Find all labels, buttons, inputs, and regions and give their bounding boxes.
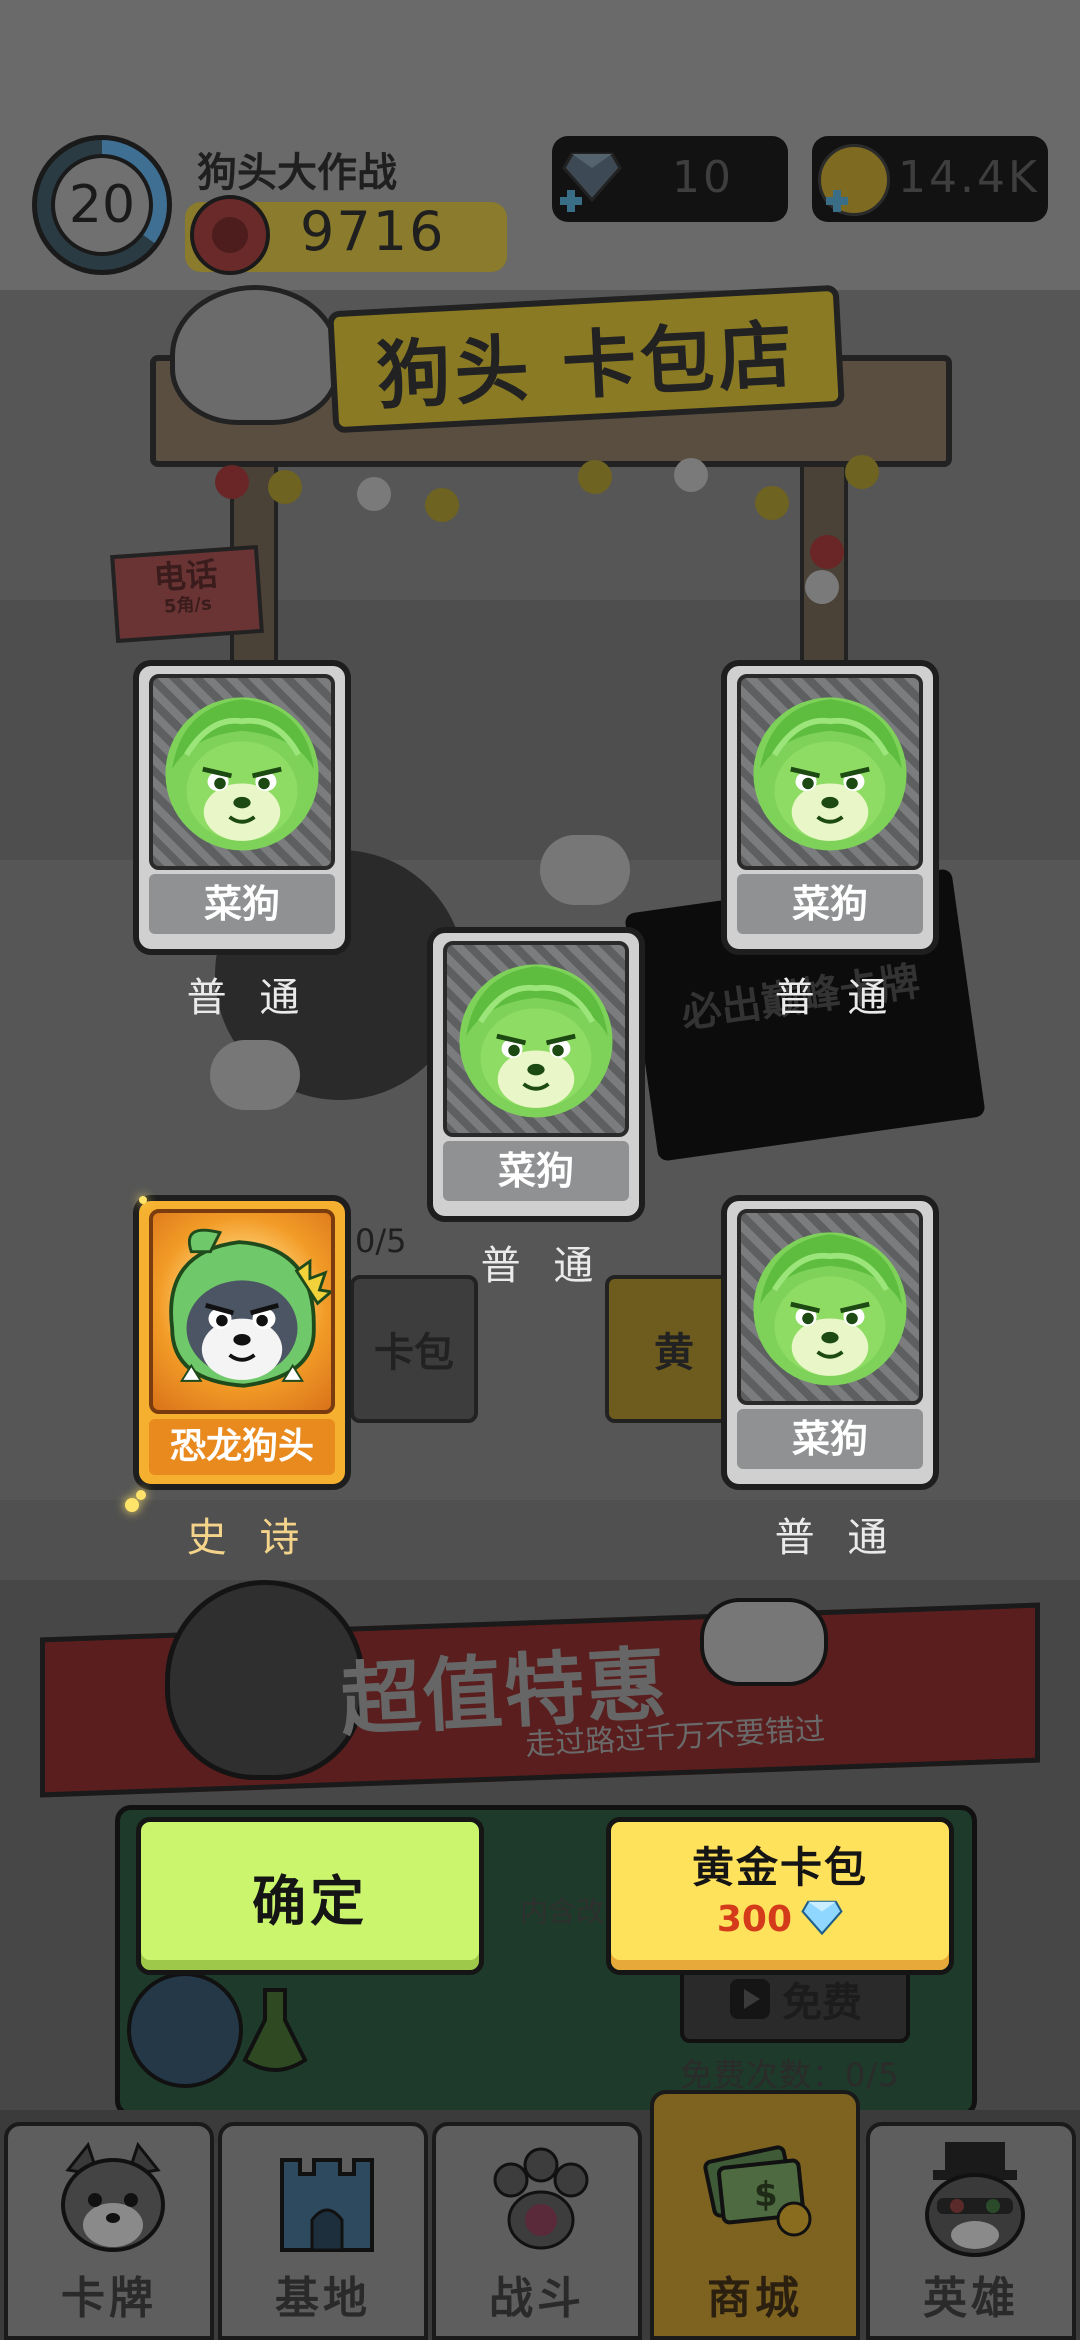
- nav-label: 英雄: [923, 2273, 1019, 2324]
- cabbage-dog-icon: [741, 678, 919, 866]
- card-name: 菜狗: [737, 874, 923, 934]
- money-icon: $: [703, 2145, 812, 2237]
- card-art: [737, 1209, 923, 1405]
- nav-tab-shop[interactable]: $ 商城: [650, 2090, 860, 2340]
- svg-text:$: $: [754, 2175, 778, 2215]
- level-badge[interactable]: 20: [32, 135, 172, 275]
- string-light: [425, 488, 459, 522]
- string-light: [578, 460, 612, 494]
- card-rarity: 普 通: [774, 975, 898, 1021]
- card-rarity: 史 诗: [186, 1515, 310, 1561]
- panel-hint-text: 内含改: [520, 1895, 605, 1928]
- card-name: 菜狗: [737, 1409, 923, 1469]
- string-light: [845, 455, 879, 489]
- plus-icon: [560, 190, 582, 212]
- pack-progress: 0/5: [355, 1222, 407, 1260]
- castle-icon: [280, 2158, 374, 2252]
- gold-value: 14.4K: [898, 152, 1040, 203]
- card-rarity: 普 通: [480, 1243, 604, 1289]
- card-name: 菜狗: [149, 874, 335, 934]
- nav-label: 卡牌: [61, 2273, 157, 2324]
- card-art: [443, 941, 629, 1137]
- diamond-icon: [801, 1900, 843, 1936]
- nav-tab-cards[interactable]: 卡牌: [4, 2122, 214, 2340]
- gold-pack-price: 300: [716, 1899, 793, 1940]
- gold-counter[interactable]: 14.4K: [812, 136, 1048, 222]
- phone-sign-subtext: 5角/s: [163, 593, 213, 618]
- gold-pack-button[interactable]: 黄金卡包 300: [606, 1817, 954, 1975]
- string-light: [268, 470, 302, 504]
- background-pack-button: 卡包: [350, 1275, 478, 1423]
- nav-tab-heroes[interactable]: 英雄: [866, 2122, 1076, 2340]
- hero-dog-icon: [925, 2142, 1025, 2257]
- card-cabbage-dog[interactable]: 菜狗: [427, 927, 645, 1222]
- nav-label: 基地: [275, 2273, 371, 2324]
- diamond-counter[interactable]: 10: [552, 136, 788, 222]
- level-number: 20: [51, 154, 153, 256]
- cabbage-dog-icon: [741, 1213, 919, 1401]
- player-name: 狗头大作战: [197, 150, 397, 196]
- phone-sign: 电话 5角/s: [110, 544, 264, 644]
- card-art: [149, 1209, 335, 1414]
- card-cabbage-dog[interactable]: 菜狗: [133, 660, 351, 955]
- diamond-value: 10: [672, 152, 734, 203]
- nav-label: 战斗: [489, 2273, 585, 2324]
- nav-tab-battle[interactable]: 战斗: [432, 2122, 642, 2340]
- string-light: [755, 486, 789, 520]
- string-light: [805, 570, 839, 604]
- cabbage-dog-icon: [153, 678, 331, 866]
- string-light: [357, 477, 391, 511]
- shopkeeper-glove: [210, 1040, 300, 1110]
- glove-currency-icon: [190, 195, 270, 275]
- plus-icon: [826, 190, 848, 212]
- promo-dog-mascot: [165, 1580, 365, 1780]
- card-dino-dog[interactable]: 恐龙狗头: [133, 1195, 351, 1490]
- phone-sign-text: 电话: [152, 554, 219, 598]
- card-rarity: 普 通: [186, 975, 310, 1021]
- card-name: 恐龙狗头: [149, 1419, 335, 1475]
- sparkle-icon: [125, 1498, 139, 1512]
- string-light: [215, 465, 249, 499]
- gold-pack-label: 黄金卡包: [691, 1843, 868, 1892]
- card-art: [149, 674, 335, 870]
- free-pack-label: 免费: [782, 1980, 862, 2026]
- confirm-button[interactable]: 确定: [136, 1817, 484, 1975]
- sparkle-icon: [139, 1196, 147, 1204]
- video-play-icon: [730, 1979, 770, 2019]
- pointing-hand-icon: [700, 1598, 828, 1686]
- sign-dog-mascot: [170, 285, 340, 425]
- card-cabbage-dog[interactable]: 菜狗: [721, 660, 939, 955]
- sparkle-icon: [136, 1490, 146, 1500]
- card-name: 菜狗: [443, 1141, 629, 1201]
- nav-label: 商城: [707, 2273, 803, 2324]
- card-cabbage-dog[interactable]: 菜狗: [721, 1195, 939, 1490]
- card-rarity: 普 通: [774, 1515, 898, 1561]
- nav-tab-base[interactable]: 基地: [218, 2122, 428, 2340]
- string-light: [674, 458, 708, 492]
- dog-head-icon: [61, 2141, 165, 2252]
- red-currency-value: 9716: [300, 200, 446, 263]
- dino-dog-icon: [169, 1228, 331, 1388]
- shopkeeper-glove: [540, 835, 630, 905]
- card-art: [737, 674, 923, 870]
- string-light: [810, 535, 844, 569]
- paw-icon: [493, 2147, 589, 2250]
- cabbage-dog-icon: [447, 945, 625, 1133]
